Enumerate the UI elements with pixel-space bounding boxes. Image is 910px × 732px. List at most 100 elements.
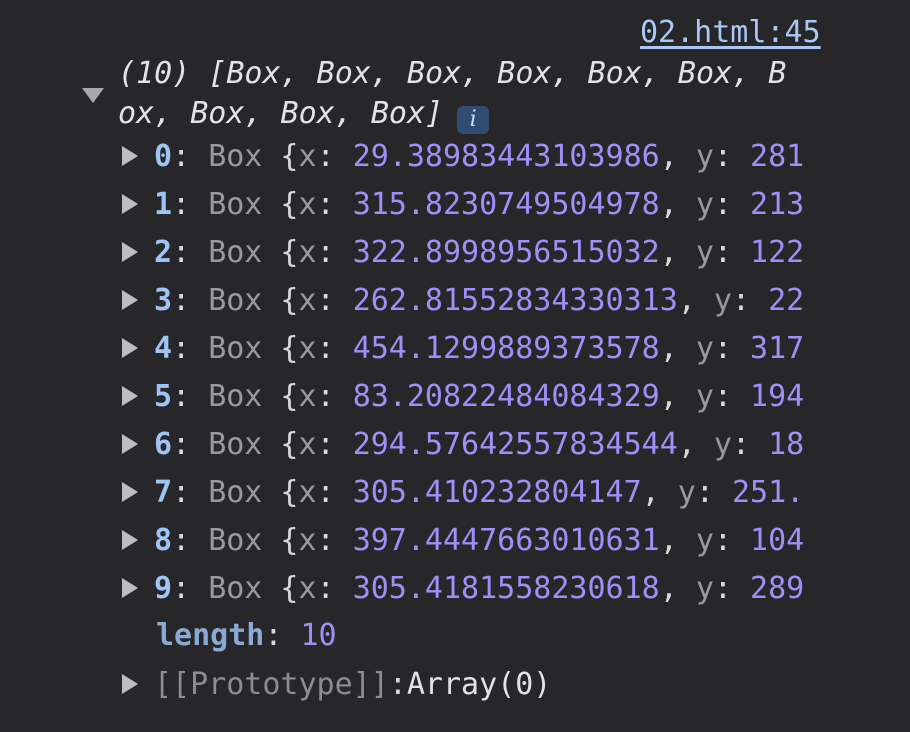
expand-triangle-icon[interactable]: [122, 386, 138, 406]
entry-x-value: 294.57642557834544: [352, 426, 678, 462]
entry-x-colon: :: [316, 282, 353, 318]
entry-index: 2: [154, 234, 173, 270]
entry-comma: ,: [659, 570, 696, 606]
entry-index: 0: [154, 138, 173, 174]
expand-triangle-icon[interactable]: [122, 146, 138, 166]
entry-open-brace: {: [262, 474, 299, 510]
entry-colon: :: [172, 474, 209, 510]
expand-triangle-icon[interactable]: [122, 434, 138, 454]
entry-x-value: 397.4447663010631: [352, 522, 660, 558]
entry-open-brace: {: [262, 378, 299, 414]
entry-index: 6: [154, 426, 173, 462]
entry-class-name: Box: [208, 522, 263, 558]
entry-index: 3: [154, 282, 173, 318]
entry-x-colon: :: [316, 522, 353, 558]
array-entry-row[interactable]: 1: Box {x: 315.8230749504978, y: 213: [118, 180, 858, 228]
array-entry-row[interactable]: 8: Box {x: 397.4447663010631, y: 104: [118, 516, 858, 564]
entry-x-key: x: [298, 282, 317, 318]
entry-comma: ,: [659, 234, 696, 270]
entry-x-colon: :: [316, 234, 353, 270]
entry-class-name: Box: [208, 570, 263, 606]
entry-x-key: x: [298, 186, 317, 222]
collapse-triangle-icon[interactable]: [82, 88, 104, 103]
entry-y-value: 317: [750, 330, 805, 366]
entry-y-key: y: [695, 570, 714, 606]
array-entry-row[interactable]: 4: Box {x: 454.1299889373578, y: 317: [118, 324, 858, 372]
array-entries: 0: Box {x: 29.38983443103986, y: 281 1: B…: [118, 132, 858, 612]
entry-class-name: Box: [208, 378, 263, 414]
entry-colon: :: [172, 282, 209, 318]
entry-x-value: 29.38983443103986: [352, 138, 660, 174]
entry-y-key: y: [695, 186, 714, 222]
expand-triangle-icon[interactable]: [122, 338, 138, 358]
expand-triangle-icon[interactable]: [122, 290, 138, 310]
array-entry-row[interactable]: 0: Box {x: 29.38983443103986, y: 281: [118, 132, 858, 180]
array-entry-row[interactable]: 3: Box {x: 262.81552834330313, y: 22: [118, 276, 858, 324]
entry-colon: :: [172, 138, 209, 174]
entry-index: 8: [154, 522, 173, 558]
entry-x-colon: :: [316, 138, 353, 174]
entry-colon: :: [172, 522, 209, 558]
entry-open-brace: {: [262, 186, 299, 222]
expand-triangle-icon[interactable]: [122, 674, 138, 694]
entry-comma: ,: [677, 426, 714, 462]
entry-index: 5: [154, 378, 173, 414]
entry-open-brace: {: [262, 234, 299, 270]
length-key: length: [156, 618, 265, 653]
entry-class-name: Box: [208, 234, 263, 270]
array-summary[interactable]: (10) [Box, Box, Box, Box, Box, Box, B ox…: [118, 54, 858, 134]
expand-triangle-icon[interactable]: [122, 530, 138, 550]
entry-y-value: 251.: [731, 474, 805, 510]
entry-y-value: 194: [750, 378, 805, 414]
entry-y-value: 18: [768, 426, 805, 462]
entry-x-key: x: [298, 138, 317, 174]
entry-x-colon: :: [316, 474, 353, 510]
entry-colon: :: [172, 330, 209, 366]
entry-y-key: y: [713, 426, 732, 462]
entry-y-colon: :: [713, 186, 751, 222]
entry-x-value: 454.1299889373578: [352, 330, 660, 366]
entry-index: 7: [154, 474, 173, 510]
entry-colon: :: [172, 378, 209, 414]
entry-y-colon: :: [695, 474, 732, 510]
expand-triangle-icon[interactable]: [122, 194, 138, 214]
array-summary-line-2: ox, Box, Box, Box] i: [118, 94, 858, 134]
prototype-value: Array(0): [406, 666, 552, 702]
entry-comma: ,: [659, 138, 696, 174]
entry-open-brace: {: [262, 522, 299, 558]
info-icon[interactable]: i: [457, 106, 490, 134]
entry-y-value: 122: [750, 234, 805, 270]
array-entry-row[interactable]: 5: Box {x: 83.20822484084329, y: 194: [118, 372, 858, 420]
prototype-property[interactable]: [[Prototype]]: Array(0): [118, 660, 551, 708]
length-colon: :: [264, 618, 301, 653]
entry-class-name: Box: [208, 138, 263, 174]
array-entry-row[interactable]: 9: Box {x: 305.4181558230618, y: 289: [118, 564, 858, 612]
entry-open-brace: {: [262, 426, 299, 462]
entry-x-value: 322.8998956515032: [352, 234, 660, 270]
entry-colon: :: [172, 426, 209, 462]
entry-y-key: y: [695, 138, 714, 174]
entry-colon: :: [172, 234, 209, 270]
entry-y-colon: :: [713, 138, 751, 174]
entry-y-colon: :: [713, 570, 751, 606]
entry-x-value: 83.20822484084329: [352, 378, 660, 414]
entry-open-brace: {: [262, 138, 299, 174]
array-entry-row[interactable]: 6: Box {x: 294.57642557834544, y: 18: [118, 420, 858, 468]
entry-comma: ,: [641, 474, 678, 510]
entry-index: 9: [154, 570, 173, 606]
entry-x-colon: :: [316, 426, 353, 462]
prototype-key: [[Prototype]]: [154, 666, 389, 702]
entry-x-key: x: [298, 570, 317, 606]
entry-x-key: x: [298, 522, 317, 558]
expand-triangle-icon[interactable]: [122, 242, 138, 262]
source-link[interactable]: 02.html:45: [640, 15, 821, 50]
expand-triangle-icon[interactable]: [122, 482, 138, 502]
entry-index: 1: [154, 186, 173, 222]
expand-triangle-icon[interactable]: [122, 578, 138, 598]
array-entry-row[interactable]: 7: Box {x: 305.410232804147, y: 251.: [118, 468, 858, 516]
entry-y-value: 104: [750, 522, 805, 558]
entry-y-key: y: [695, 234, 714, 270]
entry-y-value: 213: [750, 186, 805, 222]
array-entry-row[interactable]: 2: Box {x: 322.8998956515032, y: 122: [118, 228, 858, 276]
entry-class-name: Box: [208, 330, 263, 366]
